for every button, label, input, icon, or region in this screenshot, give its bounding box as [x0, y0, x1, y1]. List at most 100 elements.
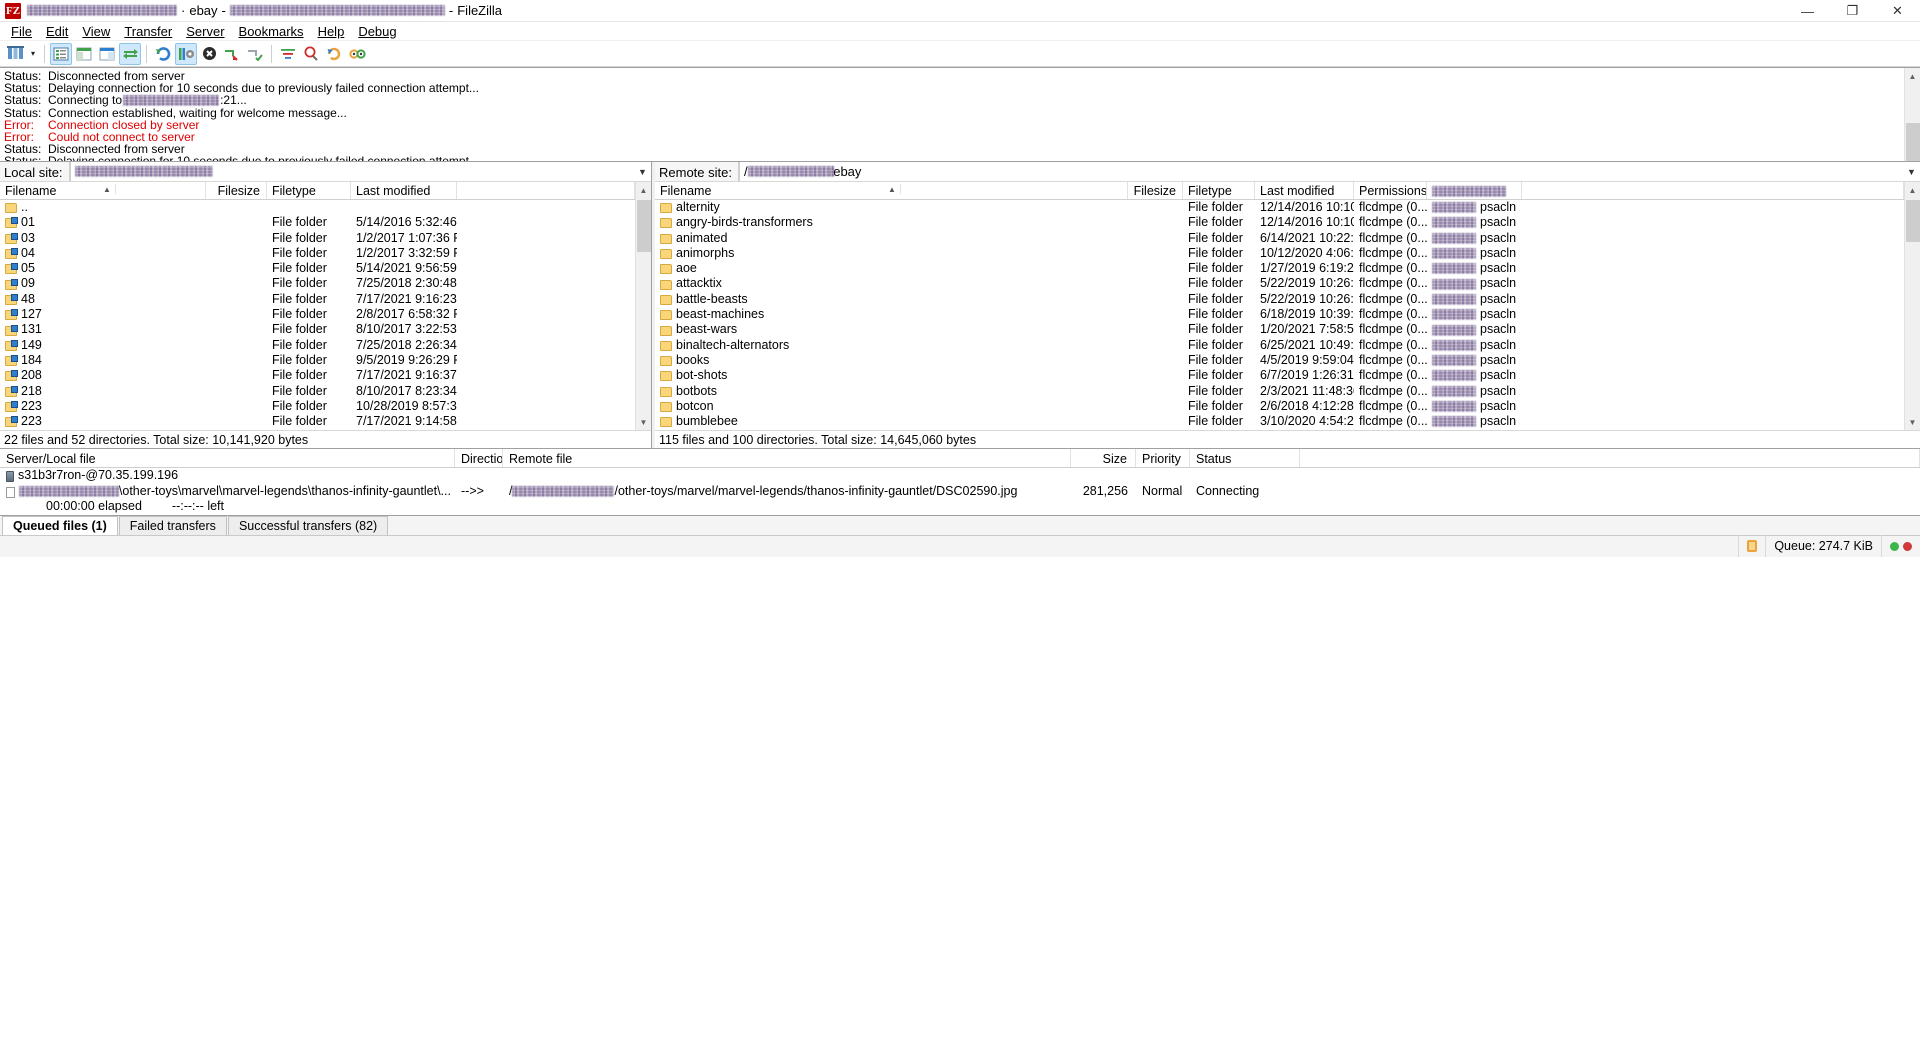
column-header-priority[interactable]: Priority: [1136, 449, 1190, 467]
toggle-transfer-queue-icon[interactable]: [119, 42, 141, 65]
remote-path-dropdown-icon[interactable]: ▼: [1903, 162, 1920, 181]
column-header-ownergroup[interactable]: [1427, 182, 1522, 199]
table-row[interactable]: binaltech-alternators File folder 6/25/2…: [655, 338, 1904, 353]
site-manager-dropdown-icon[interactable]: ▾: [27, 43, 39, 65]
table-row[interactable]: aoe File folder 1/27/2019 6:19:22 PM flc…: [655, 261, 1904, 276]
table-row[interactable]: 223 File folder 7/17/2021 9:14:58 AM: [0, 414, 635, 429]
remote-file-owner: psacln: [1427, 353, 1522, 368]
menu-file[interactable]: File: [4, 22, 39, 41]
folder-icon: [660, 340, 672, 351]
security-indicator: [1738, 535, 1765, 557]
column-header-size[interactable]: Size: [1071, 449, 1136, 467]
tab-successful-transfers[interactable]: Successful transfers (82): [227, 515, 389, 535]
table-row[interactable]: botcon File folder 2/6/2018 4:12:28 PM f…: [655, 399, 1904, 414]
log-scroll-thumb[interactable]: [1906, 123, 1920, 161]
table-row[interactable]: 223 File folder 10/28/2019 8:57:31 PM: [0, 399, 635, 414]
table-row[interactable]: ..: [0, 200, 635, 215]
column-header-filetype[interactable]: Filetype: [267, 182, 351, 199]
scroll-down-icon[interactable]: ▼: [1904, 414, 1920, 430]
table-row[interactable]: animorphs File folder 10/12/2020 4:06:47…: [655, 246, 1904, 261]
column-header-permissions[interactable]: Permissions: [1354, 182, 1427, 199]
table-row[interactable]: beast-wars File folder 1/20/2021 7:58:50…: [655, 322, 1904, 337]
table-row[interactable]: botbots File folder 2/3/2021 11:48:36 PM…: [655, 384, 1904, 399]
queue-server-row[interactable]: s31b3r7ron-@70.35.199.196: [0, 468, 1920, 484]
table-row[interactable]: beast-machines File folder 6/18/2019 10:…: [655, 307, 1904, 322]
column-header-remote-file[interactable]: Remote file: [503, 449, 1071, 467]
process-queue-icon[interactable]: [175, 42, 197, 65]
maximize-button[interactable]: ❐: [1830, 0, 1875, 22]
status-bar: Queue: 274.7 KiB: [0, 534, 1920, 557]
synchronized-browsing-icon[interactable]: [323, 43, 345, 65]
scroll-up-icon[interactable]: ▲: [635, 182, 651, 198]
table-row[interactable]: 48 File folder 7/17/2021 9:16:23 AM: [0, 292, 635, 307]
table-row[interactable]: 04 File folder 1/2/2017 3:32:59 PM: [0, 246, 635, 261]
find-files-icon[interactable]: [346, 43, 368, 65]
table-row[interactable]: bot-shots File folder 6/7/2019 1:26:31 A…: [655, 368, 1904, 383]
column-header-server-local-file[interactable]: Server/Local file: [0, 449, 455, 467]
table-row[interactable]: 03 File folder 1/2/2017 1:07:36 PM: [0, 231, 635, 246]
menu-server[interactable]: Server: [179, 22, 231, 41]
table-row[interactable]: alternity File folder 12/14/2016 10:10:5…: [655, 200, 1904, 215]
toggle-remote-tree-icon[interactable]: [96, 43, 118, 65]
column-header-filesize[interactable]: Filesize: [206, 182, 267, 199]
local-path-input[interactable]: [69, 162, 634, 181]
column-header-lastmodified[interactable]: Last modified: [1255, 182, 1354, 199]
local-scroll-thumb[interactable]: [637, 200, 651, 252]
directory-comparison-icon[interactable]: [300, 43, 322, 65]
cancel-operation-icon[interactable]: [198, 43, 220, 65]
table-row[interactable]: angry-birds-transformers File folder 12/…: [655, 215, 1904, 230]
toggle-local-tree-icon[interactable]: [73, 43, 95, 65]
scroll-up-icon[interactable]: ▲: [1904, 68, 1920, 84]
table-row[interactable]: 208 File folder 7/17/2021 9:16:37 AM: [0, 368, 635, 383]
remote-scroll-thumb[interactable]: [1906, 200, 1920, 242]
log-scrollbar[interactable]: ▲ ▼: [1904, 68, 1920, 161]
remote-owner-group: psacln: [1480, 383, 1517, 398]
column-header-filetype[interactable]: Filetype: [1183, 182, 1255, 199]
table-row[interactable]: 184 File folder 9/5/2019 9:26:29 PM: [0, 353, 635, 368]
table-row[interactable]: 127 File folder 2/8/2017 6:58:32 PM: [0, 307, 635, 322]
table-row[interactable]: attacktix File folder 5/22/2019 10:26:58…: [655, 276, 1904, 291]
menu-bookmarks[interactable]: Bookmarks: [232, 22, 311, 41]
column-header-direction[interactable]: Direction: [455, 449, 503, 467]
menu-transfer[interactable]: Transfer: [117, 22, 179, 41]
scroll-down-icon[interactable]: ▼: [635, 414, 651, 430]
column-header-lastmodified[interactable]: Last modified: [351, 182, 457, 199]
queue-transfer-row[interactable]: \other-toys\marvel\marvel-legends\thanos…: [0, 484, 1920, 500]
table-row[interactable]: animated File folder 6/14/2021 10:22:58 …: [655, 231, 1904, 246]
remote-file-owner: psacln: [1427, 261, 1522, 276]
table-row[interactable]: bumblebee File folder 3/10/2020 4:54:23 …: [655, 414, 1904, 429]
table-row[interactable]: 131 File folder 8/10/2017 3:22:53 PM: [0, 322, 635, 337]
local-path-dropdown-icon[interactable]: ▼: [634, 162, 651, 181]
menu-debug[interactable]: Debug: [351, 22, 403, 41]
tab-queued-files[interactable]: Queued files (1): [2, 515, 118, 535]
table-row[interactable]: 01 File folder 5/14/2016 5:32:46 PM: [0, 215, 635, 230]
site-manager-icon[interactable]: [4, 43, 26, 65]
table-row[interactable]: 05 File folder 5/14/2021 9:56:59 AM: [0, 261, 635, 276]
reconnect-icon[interactable]: [244, 43, 266, 65]
menu-edit[interactable]: Edit: [39, 22, 75, 41]
local-list-scrollbar[interactable]: ▲ ▼: [635, 182, 651, 430]
menu-view[interactable]: View: [75, 22, 117, 41]
local-file-size: [206, 322, 267, 337]
menu-help[interactable]: Help: [311, 22, 352, 41]
close-button[interactable]: ✕: [1875, 0, 1920, 22]
refresh-icon[interactable]: [152, 43, 174, 65]
column-header-status[interactable]: Status: [1190, 449, 1300, 467]
redacted-title-part-2: [229, 5, 445, 16]
folder-icon: [660, 218, 672, 229]
column-header-filesize[interactable]: Filesize: [1128, 182, 1183, 199]
remote-file-name: botcon: [676, 398, 714, 413]
table-row[interactable]: 149 File folder 7/25/2018 2:26:34 PM: [0, 338, 635, 353]
table-row[interactable]: 09 File folder 7/25/2018 2:30:48 PM: [0, 276, 635, 291]
scroll-up-icon[interactable]: ▲: [1904, 182, 1920, 198]
minimize-button[interactable]: —: [1785, 0, 1830, 22]
disconnect-icon[interactable]: [221, 43, 243, 65]
filter-icon[interactable]: [277, 43, 299, 65]
toggle-message-log-icon[interactable]: [50, 42, 72, 65]
remote-list-scrollbar[interactable]: ▲ ▼: [1904, 182, 1920, 430]
table-row[interactable]: books File folder 4/5/2019 9:59:04 AM fl…: [655, 353, 1904, 368]
table-row[interactable]: 218 File folder 8/10/2017 8:23:34 PM: [0, 384, 635, 399]
table-row[interactable]: battle-beasts File folder 5/22/2019 10:2…: [655, 292, 1904, 307]
tab-failed-transfers[interactable]: Failed transfers: [118, 515, 227, 535]
remote-path-input[interactable]: / /ebay: [738, 162, 1903, 181]
